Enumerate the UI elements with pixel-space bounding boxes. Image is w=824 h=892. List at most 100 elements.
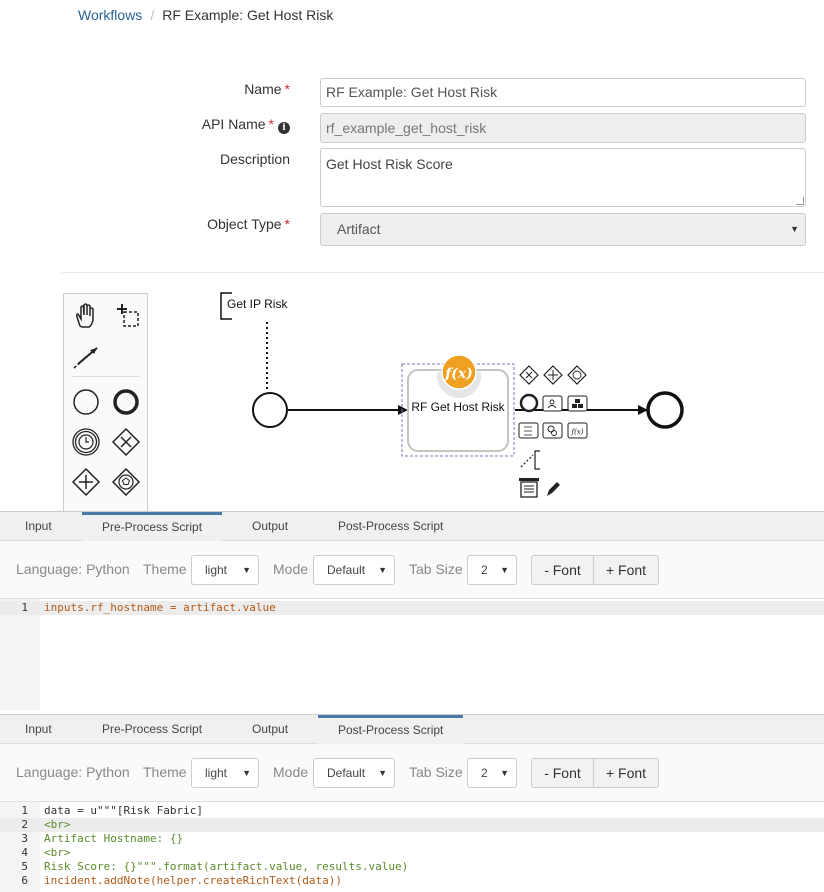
form-divider: [62, 272, 824, 273]
tab-pre-process-script[interactable]: Pre-Process Script: [82, 512, 222, 541]
tab-size-label: Tab Size: [409, 764, 463, 780]
api-name-label: API Name * i: [202, 116, 290, 134]
code-line: 4 <br>: [0, 846, 824, 860]
function-badge-text: f(x): [444, 366, 473, 382]
mode-select[interactable]: Default ▼: [313, 555, 395, 585]
end-event-icon[interactable]: [110, 386, 142, 418]
chevron-down-icon: ▼: [242, 565, 251, 575]
line-number: 3: [21, 832, 28, 845]
event-gateway-icon[interactable]: [110, 466, 142, 498]
pad-annotation-icon[interactable]: [520, 450, 540, 470]
bpmn-canvas[interactable]: f(x) f(x): [150, 285, 824, 513]
tab-size-select[interactable]: 2 ▼: [467, 555, 517, 585]
breadcrumb-current: RF Example: Get Host Risk: [162, 7, 334, 23]
font-increase-button[interactable]: + Font: [594, 758, 659, 788]
connect-tool-icon[interactable]: [70, 340, 102, 372]
mode-label: Mode: [273, 764, 309, 780]
tab-output[interactable]: Output: [252, 512, 288, 541]
parallel-gateway-icon[interactable]: [70, 466, 102, 498]
editor-toolbar: Language: Python Theme light ▼ Mode Defau…: [0, 744, 824, 802]
theme-select[interactable]: light ▼: [191, 758, 259, 788]
theme-label: Theme: [143, 561, 187, 577]
code-line: 6 incident.addNote(helper.createRichText(…: [0, 874, 824, 888]
tab-size-value: 2: [481, 563, 488, 577]
pre-process-panel: Input Pre-Process Script Output Post-Pro…: [0, 511, 824, 711]
theme-value: light: [205, 563, 228, 577]
line-number: 5: [21, 860, 28, 873]
mode-label: Mode: [273, 561, 309, 577]
bpmn-palette: [63, 293, 148, 523]
description-textarea[interactable]: Get Host Risk Score: [320, 148, 806, 207]
name-input[interactable]: RF Example: Get Host Risk: [320, 78, 806, 107]
mode-select[interactable]: Default ▼: [313, 758, 395, 788]
chevron-down-icon: ▼: [790, 224, 799, 234]
breadcrumb-workflows-link[interactable]: Workflows: [78, 7, 142, 23]
mode-value: Default: [327, 563, 366, 577]
end-event[interactable]: [646, 391, 684, 429]
code-editor[interactable]: 1 inputs.rf_hostname = artifact.value: [0, 599, 824, 710]
tab-pre-process-script[interactable]: Pre-Process Script: [102, 715, 202, 744]
timer-event-icon[interactable]: [70, 426, 102, 458]
object-type-label: Object Type *: [207, 216, 290, 232]
line-number: 2: [21, 818, 28, 831]
tab-input[interactable]: Input: [25, 715, 52, 744]
pad-exclusive-gateway-icon[interactable]: [519, 365, 539, 385]
post-process-panel: Input Pre-Process Script Output Post-Pro…: [0, 714, 824, 892]
code-line: 1 inputs.rf_hostname = artifact.value: [0, 601, 824, 615]
chevron-down-icon: ▼: [242, 768, 251, 778]
font-decrease-button[interactable]: - Font: [531, 555, 594, 585]
object-type-select[interactable]: Artifact ▼: [320, 213, 806, 246]
code-text: inputs.rf_hostname = artifact.value: [44, 601, 276, 614]
language-label: Language: Python: [16, 561, 130, 577]
pad-fx-text: f(x): [570, 428, 583, 436]
pad-parallel-gateway-icon[interactable]: [543, 365, 563, 385]
pad-event-gateway-icon[interactable]: [567, 365, 587, 385]
info-icon[interactable]: i: [278, 122, 290, 134]
hand-tool-icon[interactable]: [70, 300, 102, 332]
delete-icon[interactable]: [519, 478, 539, 498]
pad-end-event-icon[interactable]: [519, 393, 539, 413]
context-pad: f(x): [518, 365, 588, 498]
tab-post-process-script[interactable]: Post-Process Script: [318, 715, 463, 744]
lasso-tool-icon[interactable]: [110, 300, 142, 332]
resize-grip-icon[interactable]: [796, 197, 804, 205]
font-increase-button[interactable]: + Font: [594, 555, 659, 585]
theme-value: light: [205, 766, 228, 780]
tab-output[interactable]: Output: [252, 715, 288, 744]
code-line: 2 <br>: [0, 818, 824, 832]
start-event-icon[interactable]: [70, 386, 102, 418]
editor-toolbar: Language: Python Theme light ▼ Mode Defau…: [0, 541, 824, 599]
code-text: <br>: [44, 818, 71, 831]
tab-post-process-script[interactable]: Post-Process Script: [338, 512, 443, 541]
line-number: 1: [21, 601, 28, 614]
annotation-text[interactable]: Get IP Risk: [227, 297, 287, 311]
chevron-down-icon: ▼: [500, 768, 509, 778]
breadcrumb: Workflows / RF Example: Get Host Risk: [78, 6, 333, 24]
edit-icon[interactable]: [547, 482, 560, 496]
line-number: 1: [21, 804, 28, 817]
theme-select[interactable]: light ▼: [191, 555, 259, 585]
pad-user-task-icon[interactable]: [542, 395, 563, 412]
start-event[interactable]: [252, 392, 288, 428]
code-text: incident.addNote(helper.createRichText(d…: [44, 874, 343, 887]
task-label: RF Get Host Risk: [411, 400, 505, 414]
exclusive-gateway-icon[interactable]: [110, 426, 142, 458]
code-line: 3 Artifact Hostname: {}: [0, 832, 824, 846]
pad-script-task-icon[interactable]: [518, 422, 539, 439]
code-text: Risk Score: {}""".format(artifact.value,…: [44, 860, 409, 873]
font-decrease-button[interactable]: - Font: [531, 758, 594, 788]
sequence-flow-arrow-1: [398, 405, 408, 415]
pad-service-task-icon[interactable]: [542, 422, 563, 439]
pad-function-task-icon[interactable]: f(x): [567, 422, 588, 439]
api-name-input: rf_example_get_host_risk: [320, 113, 806, 143]
language-label: Language: Python: [16, 764, 130, 780]
mode-value: Default: [327, 766, 366, 780]
code-text: Artifact Hostname: {}: [44, 832, 184, 845]
pad-subprocess-icon[interactable]: [567, 395, 588, 412]
palette-separator: [72, 376, 140, 377]
tab-input[interactable]: Input: [25, 512, 52, 541]
editor-gutter: [0, 599, 40, 710]
chevron-down-icon: ▼: [378, 565, 387, 575]
tab-size-select[interactable]: 2 ▼: [467, 758, 517, 788]
code-editor[interactable]: 1 data = u"""[Risk Fabric] 2 <br> 3 Artifac…: [0, 802, 824, 892]
